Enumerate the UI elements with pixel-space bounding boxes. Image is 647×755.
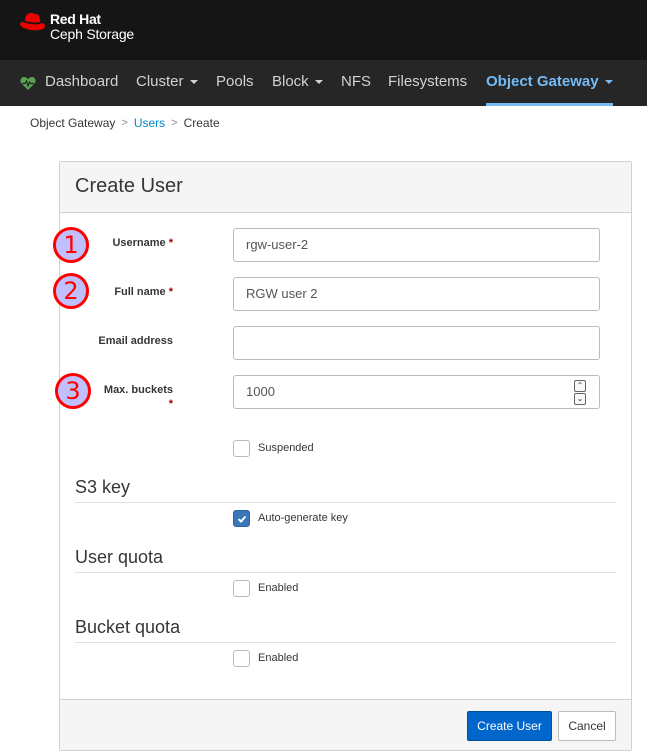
- nav-object-gateway[interactable]: Object Gateway: [486, 60, 613, 106]
- nav-filesystems[interactable]: Filesystems: [388, 60, 467, 106]
- nav-pools-label: Pools: [216, 73, 254, 90]
- panel-header: Create User: [60, 162, 631, 213]
- section-divider: [75, 572, 616, 573]
- nav-nfs-label: NFS: [341, 73, 371, 90]
- breadcrumb-separator: >: [121, 117, 128, 129]
- brand-product: Ceph Storage: [50, 26, 134, 42]
- required-marker: *: [168, 237, 173, 249]
- full-name-label: Full name *: [90, 286, 173, 298]
- user-quota-enabled-checkbox[interactable]: [233, 580, 250, 597]
- nav-filesystems-label: Filesystems: [388, 73, 468, 90]
- max-buckets-label-text: Max. buckets: [103, 384, 173, 396]
- auto-generate-key-label: Auto-generate key: [258, 512, 348, 524]
- annotation-badge-1: 1: [53, 227, 89, 263]
- section-divider: [75, 642, 616, 643]
- nav-dashboard[interactable]: Dashboard: [45, 60, 118, 106]
- required-marker: *: [168, 286, 173, 298]
- bucket-quota-heading: Bucket quota: [75, 617, 181, 637]
- section-divider: [75, 502, 616, 503]
- nav-block-label: Block: [272, 73, 309, 90]
- full-name-label-text: Full name: [114, 286, 166, 298]
- brand-name: Red Hat: [50, 11, 101, 27]
- nav-pools[interactable]: Pools: [216, 60, 254, 106]
- brand-bar: Red Hat Ceph Storage: [0, 0, 647, 60]
- suspended-checkbox[interactable]: [233, 440, 250, 457]
- caret-down-icon: [314, 80, 323, 85]
- nav-nfs[interactable]: NFS: [341, 60, 371, 106]
- caret-down-icon: [189, 80, 198, 85]
- full-name-input[interactable]: RGW user 2: [233, 277, 600, 311]
- breadcrumb-create: Create: [183, 116, 220, 130]
- spinner-up-icon[interactable]: ⌃: [574, 380, 586, 392]
- max-buckets-label: Max. buckets *: [90, 384, 173, 410]
- annotation-badge-2: 2: [53, 273, 89, 309]
- required-marker: *: [168, 398, 173, 410]
- max-buckets-value: 1000: [246, 384, 275, 399]
- bucket-quota-enabled-label: Enabled: [258, 652, 299, 664]
- create-user-button[interactable]: Create User: [467, 711, 552, 741]
- caret-down-icon: [604, 80, 613, 85]
- breadcrumb-separator: >: [171, 117, 178, 129]
- checkmark-icon: [237, 515, 247, 523]
- nav-cluster[interactable]: Cluster: [136, 60, 198, 106]
- nav-object-gateway-label: Object Gateway: [486, 73, 599, 90]
- breadcrumb-users-link[interactable]: Users: [134, 116, 165, 130]
- main-navigation: Dashboard Cluster Pools Block NFS Filesy…: [0, 60, 647, 106]
- panel-title: Create User: [75, 175, 183, 197]
- brand-logo[interactable]: Red Hat Ceph Storage: [19, 12, 134, 42]
- email-label: Email address: [98, 335, 173, 347]
- number-spinner: ⌃ ⌄: [574, 380, 586, 405]
- email-input[interactable]: [233, 326, 600, 360]
- red-hat-fedora-icon: [20, 13, 45, 31]
- username-input[interactable]: rgw-user-2: [233, 228, 600, 262]
- spinner-down-icon[interactable]: ⌄: [574, 393, 586, 405]
- bucket-quota-enabled-checkbox[interactable]: [233, 650, 250, 667]
- breadcrumb-object-gateway: Object Gateway: [30, 116, 116, 130]
- nav-block[interactable]: Block: [272, 60, 323, 106]
- nav-dashboard-label: Dashboard: [45, 73, 119, 90]
- auto-generate-key-checkbox[interactable]: [233, 510, 250, 527]
- s3-key-heading: S3 key: [75, 477, 131, 497]
- heartbeat-icon: [20, 77, 36, 90]
- username-label-text: Username: [112, 237, 166, 249]
- max-buckets-input[interactable]: 1000 ⌃ ⌄: [233, 375, 600, 409]
- username-label: Username *: [90, 237, 173, 249]
- breadcrumb: Object Gateway > Users > Create: [30, 116, 220, 130]
- nav-cluster-label: Cluster: [136, 73, 184, 90]
- user-quota-heading: User quota: [75, 547, 164, 567]
- user-quota-enabled-label: Enabled: [258, 582, 299, 594]
- annotation-badge-3: 3: [55, 373, 91, 409]
- cancel-button[interactable]: Cancel: [558, 711, 616, 741]
- suspended-label: Suspended: [258, 442, 314, 454]
